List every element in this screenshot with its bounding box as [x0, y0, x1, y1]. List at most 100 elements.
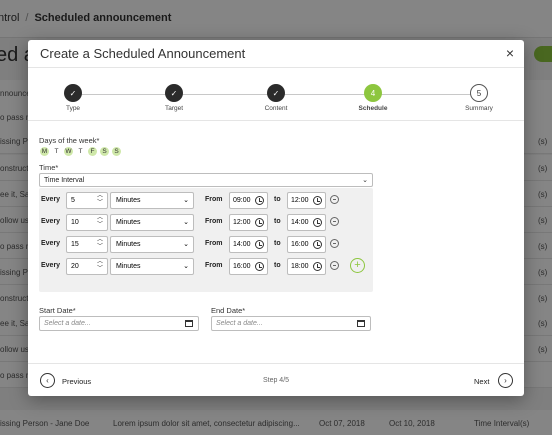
remove-interval-icon[interactable] — [330, 239, 339, 248]
from-time-input[interactable]: 09:00 — [229, 192, 268, 209]
from-label: From — [205, 240, 223, 247]
to-time-input[interactable]: 18:00 — [287, 258, 326, 275]
step-label: Content — [264, 105, 288, 112]
clock-icon[interactable] — [255, 262, 264, 271]
next-button[interactable]: Next — [474, 377, 489, 386]
interval-row: Every 10 ︿ ﹀ Minutes ⌄ From 12:00 to 14:00 — [39, 214, 373, 232]
days-label: Days of the week* — [39, 136, 100, 145]
from-time-input[interactable]: 12:00 — [229, 214, 268, 231]
stepper-arrows-icon[interactable]: ︿ ﹀ — [97, 259, 103, 273]
stepper-arrows-icon[interactable]: ︿ ﹀ — [97, 215, 103, 229]
from-time-input[interactable]: 14:00 — [229, 236, 268, 253]
step-content[interactable]: ✓ Content — [246, 84, 306, 112]
interval-number-stepper[interactable]: 10 ︿ ﹀ — [66, 214, 108, 231]
day-toggle[interactable]: S — [100, 147, 109, 156]
interval-number-stepper[interactable]: 5 ︿ ﹀ — [66, 192, 108, 209]
every-label: Every — [41, 218, 61, 225]
interval-unit-select[interactable]: Minutes ⌄ — [110, 192, 194, 209]
interval-number-stepper[interactable]: 20 ︿ ﹀ — [66, 258, 108, 275]
day-toggle[interactable]: M — [40, 147, 49, 156]
remove-interval-icon[interactable] — [330, 217, 339, 226]
clock-icon[interactable] — [255, 196, 264, 205]
start-date-label: Start Date* — [39, 306, 76, 315]
interval-number-stepper[interactable]: 15 ︿ ﹀ — [66, 236, 108, 253]
modal-title: Create a Scheduled Announcement — [40, 46, 246, 61]
day-toggle[interactable]: F — [88, 147, 97, 156]
interval-number-value: 15 — [71, 241, 79, 248]
to-time-input[interactable]: 14:00 — [287, 214, 326, 231]
modal-header: Create a Scheduled Announcement × — [28, 40, 524, 68]
chevron-down-icon: ⌄ — [183, 219, 189, 226]
interval-unit-value: Minutes — [116, 241, 141, 248]
day-toggle[interactable]: S — [112, 147, 121, 156]
interval-row: Every 5 ︿ ﹀ Minutes ⌄ From 09:00 to 12:00 — [39, 192, 373, 210]
to-label: to — [274, 262, 281, 269]
end-date-label: End Date* — [211, 306, 246, 315]
calendar-icon[interactable] — [357, 320, 365, 327]
scheduled-announcement-modal: Create a Scheduled Announcement × ✓ Type ✓… — [28, 40, 524, 396]
every-label: Every — [41, 240, 61, 247]
day-toggle[interactable]: T — [52, 147, 61, 156]
check-icon: ✓ — [165, 84, 183, 102]
clock-icon[interactable] — [255, 240, 264, 249]
from-time-value: 16:00 — [233, 263, 251, 270]
interval-unit-value: Minutes — [116, 263, 141, 270]
interval-number-value: 20 — [71, 263, 79, 270]
to-label: to — [274, 218, 281, 225]
interval-number-value: 5 — [71, 197, 75, 204]
clock-icon[interactable] — [313, 262, 322, 271]
to-label: to — [274, 196, 281, 203]
step-label: Schedule — [358, 105, 388, 112]
chevron-left-icon[interactable]: ‹ — [40, 373, 55, 388]
from-label: From — [205, 262, 223, 269]
to-time-value: 16:00 — [291, 241, 309, 248]
interval-number-value: 10 — [71, 219, 79, 226]
to-time-input[interactable]: 12:00 — [287, 192, 326, 209]
interval-unit-select[interactable]: Minutes ⌄ — [110, 214, 194, 231]
end-date-placeholder: Select a date... — [216, 320, 263, 327]
close-icon[interactable]: × — [506, 45, 514, 61]
chevron-down-icon: ⌄ — [183, 241, 189, 248]
modal-footer: Step 4/5 ‹ Previous Next › — [28, 363, 524, 396]
interval-unit-select[interactable]: Minutes ⌄ — [110, 258, 194, 275]
step-schedule[interactable]: 4 Schedule — [343, 84, 403, 112]
step-type[interactable]: ✓ Type — [43, 84, 103, 112]
interval-row: Every 15 ︿ ﹀ Minutes ⌄ From 14:00 to 16:00 — [39, 236, 373, 254]
step-target[interactable]: ✓ Target — [144, 84, 204, 112]
to-time-input[interactable]: 16:00 — [287, 236, 326, 253]
interval-list: + Every 5 ︿ ﹀ Minutes ⌄ From 09:00 to 12:00 Every 1… — [39, 188, 373, 292]
to-time-value: 18:00 — [291, 263, 309, 270]
stepper-arrows-icon[interactable]: ︿ ﹀ — [97, 193, 103, 207]
interval-unit-select[interactable]: Minutes ⌄ — [110, 236, 194, 253]
clock-icon[interactable] — [255, 218, 264, 227]
remove-interval-icon[interactable] — [330, 261, 339, 270]
chevron-down-icon: ⌄ — [183, 263, 189, 270]
start-date-input[interactable]: Select a date... — [39, 316, 199, 331]
previous-button[interactable]: Previous — [62, 377, 91, 386]
days-of-week: MTWTFSS — [40, 147, 121, 156]
from-label: From — [205, 218, 223, 225]
from-label: From — [205, 196, 223, 203]
time-mode-value: Time Interval — [44, 177, 85, 184]
day-toggle[interactable]: W — [64, 147, 73, 156]
clock-icon[interactable] — [313, 196, 322, 205]
chevron-down-icon: ⌄ — [183, 197, 189, 204]
step-summary[interactable]: 5 Summary — [449, 84, 509, 112]
check-icon: ✓ — [267, 84, 285, 102]
chevron-down-icon: ⌄ — [362, 177, 368, 184]
from-time-value: 09:00 — [233, 197, 251, 204]
time-mode-select[interactable]: Time Interval ⌄ — [39, 173, 373, 187]
chevron-right-icon[interactable]: › — [498, 373, 513, 388]
clock-icon[interactable] — [313, 240, 322, 249]
clock-icon[interactable] — [313, 218, 322, 227]
start-date-placeholder: Select a date... — [44, 320, 91, 327]
from-time-value: 14:00 — [233, 241, 251, 248]
day-toggle[interactable]: T — [76, 147, 85, 156]
step-number: 5 — [470, 84, 488, 102]
remove-interval-icon[interactable] — [330, 195, 339, 204]
end-date-input[interactable]: Select a date... — [211, 316, 371, 331]
to-time-value: 12:00 — [291, 197, 309, 204]
stepper-arrows-icon[interactable]: ︿ ﹀ — [97, 237, 103, 251]
calendar-icon[interactable] — [185, 320, 193, 327]
from-time-input[interactable]: 16:00 — [229, 258, 268, 275]
